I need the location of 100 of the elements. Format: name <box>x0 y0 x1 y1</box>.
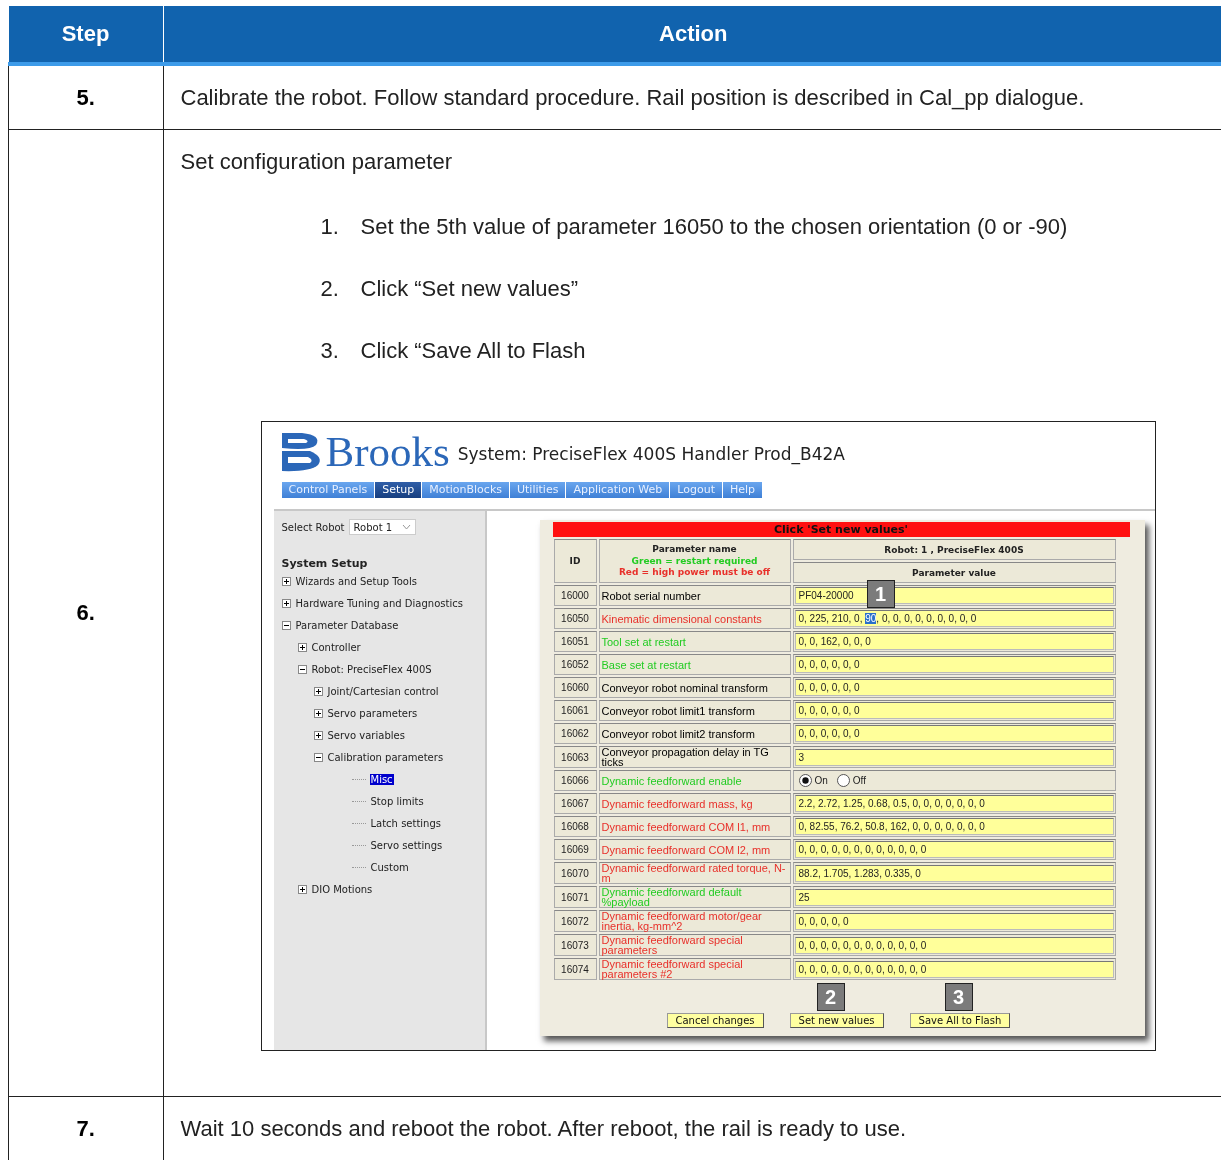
radio-button[interactable] <box>798 774 812 787</box>
tree-item[interactable]: Servo variables <box>326 729 406 741</box>
input-field[interactable]: 0, 0, 162, 0, 0, 0 <box>794 633 1114 650</box>
column-header: Robot: 1 , PreciseFlex 400S <box>792 539 1116 560</box>
page-title: System: PreciseFlex 400S Handler Prod_B42A <box>457 444 845 467</box>
tree-item[interactable]: Latch settings <box>369 817 442 829</box>
parameter-name: Dynamic feedforward rated torque, N-m <box>598 862 791 884</box>
instruction-text: Set configuration parameter <box>180 149 453 175</box>
input-field[interactable]: 0, 82.55, 76.2, 50.8, 162, 0, 0, 0, 0, 0, 0, 0 <box>794 818 1114 835</box>
step-number-badge: 3 <box>944 983 973 1011</box>
tree-item[interactable]: Stop limits <box>369 795 425 807</box>
table-cell: 16066 <box>553 770 597 791</box>
step-number-badge: 1 <box>866 580 895 608</box>
action-button[interactable]: Cancel changes <box>666 1013 764 1028</box>
table-cell: 16073 <box>553 934 597 956</box>
input-field[interactable]: 0, 0, 0, 0, 0, 0, 0, 0, 0, 0, 0, 0 <box>794 936 1114 954</box>
tree-item[interactable]: DIO Motions <box>310 883 374 895</box>
parameter-name: Dynamic feedforward COM l1, mm <box>598 816 791 837</box>
warning-banner: Click 'Set new values' <box>552 522 1130 537</box>
parameter-name: Conveyor robot limit1 transform <box>598 700 791 721</box>
input-field[interactable]: 0, 0, 0, 0, 0, 0 <box>794 725 1114 742</box>
column-header: Step <box>8 6 163 64</box>
logo-text: Brooks <box>325 430 450 474</box>
table-cell: 16063 <box>553 746 597 768</box>
parameter-name: Dynamic feedforward default %payload <box>598 886 791 908</box>
parameter-name: Conveyor propagation delay in TG ticks <box>598 746 791 768</box>
parameter-name: Kinematic dimensional constants <box>598 608 791 629</box>
tree-item[interactable]: Calibration parameters <box>326 751 445 763</box>
tree-item[interactable]: Controller <box>310 641 362 653</box>
select-label: Select Robot <box>281 521 345 533</box>
list-number: 1. <box>320 214 340 240</box>
input-field[interactable]: 25 <box>794 888 1114 906</box>
input-field[interactable]: 0, 225, 210, 0, 90, 0, 0, 0, 0, 0, 0, 0, 0, 0 <box>794 610 1114 627</box>
table-cell: 16070 <box>553 862 597 884</box>
input-field[interactable]: 0, 0, 0, 0, 0, 0, 0, 0, 0, 0, 0, 0 <box>794 960 1114 978</box>
parameter-name: Robot serial number <box>598 585 791 606</box>
radio-label: Off <box>852 775 866 786</box>
table-cell: 16060 <box>553 677 597 698</box>
parameter-name: Dynamic feedforward special parameters <box>598 934 791 956</box>
tree-item[interactable]: Servo settings <box>369 839 444 851</box>
step-number: 7. <box>8 1096 163 1160</box>
robot-select[interactable]: Robot 1 <box>348 519 417 535</box>
input-field[interactable]: 0, 0, 0, 0, 0, 0, 0, 0, 0, 0, 0, 0 <box>794 841 1114 858</box>
step-number: 5. <box>8 64 163 130</box>
legend-text: Red = high power must be off <box>617 567 772 578</box>
table-cell: 16061 <box>553 700 597 721</box>
parameter-name: Dynamic feedforward special parameters #2 <box>598 958 791 980</box>
input-field[interactable]: 0, 0, 0, 0, 0, 0 <box>794 679 1114 696</box>
tree-item[interactable]: Joint/Cartesian control <box>326 685 440 697</box>
input-field[interactable]: 88.2, 1.705, 1.283, 0.335, 0 <box>794 864 1114 882</box>
chevron-icon <box>402 524 412 530</box>
input-field[interactable]: 0, 0, 0, 0, 0 <box>794 912 1114 930</box>
table-cell: 16068 <box>553 816 597 837</box>
legend-text: Green = restart required <box>630 556 759 567</box>
column-header: Parameter name <box>651 544 738 554</box>
radio-button[interactable] <box>836 774 850 787</box>
parameter-name: Conveyor robot nominal transform <box>598 677 791 698</box>
tree-heading: System Setup <box>281 557 369 570</box>
instruction-text: Click “Set new values” <box>360 276 579 302</box>
table-cell: 16072 <box>553 910 597 932</box>
table-cell: 16000 <box>553 585 597 606</box>
tree-item[interactable]: Parameter Database <box>294 619 400 631</box>
input-field[interactable]: 0, 0, 0, 0, 0, 0 <box>794 656 1114 673</box>
instruction-text: Set the 5th value of parameter 16050 to the chosen orientation (0 or -90) <box>360 214 1068 240</box>
instruction-text: Calibrate the robot. Follow standard procedure. Rail position is described in Cal_pp dialogue. <box>180 84 1085 110</box>
parameter-name: Base set at restart <box>598 654 791 675</box>
instruction-text: Wait 10 seconds and reboot the robot. After reboot, the rail is ready to use. <box>180 1115 907 1141</box>
table-cell: 16071 <box>553 886 597 908</box>
action-button[interactable]: Set new values <box>789 1013 884 1028</box>
table-cell: 16051 <box>553 631 597 652</box>
table-cell: 16050 <box>553 608 597 629</box>
instruction-text: Click “Save All to Flash <box>360 338 586 364</box>
parameter-name: Dynamic feedforward enable <box>598 770 791 791</box>
tree-item[interactable]: Wizards and Setup Tools <box>294 575 418 587</box>
parameter-name: Conveyor robot limit2 transform <box>598 723 791 744</box>
column-header: ID <box>553 539 597 583</box>
table-cell: 16069 <box>553 839 597 860</box>
tree-item[interactable]: Hardware Tuning and Diagnostics <box>294 597 464 609</box>
column-header: Action <box>163 6 1221 64</box>
nav-tab[interactable]: Setup <box>375 482 422 498</box>
action-button[interactable]: Save All to Flash <box>909 1013 1011 1028</box>
table-cell: 16067 <box>553 793 597 814</box>
step-number: 6. <box>8 129 163 1097</box>
list-number: 3. <box>320 338 340 364</box>
input-field[interactable]: 2.2, 2.72, 1.25, 0.68, 0.5, 0, 0, 0, 0, 0, 0, 0 <box>794 795 1114 812</box>
tree-item[interactable]: Misc <box>369 773 394 785</box>
parameter-name: Dynamic feedforward COM l2, mm <box>598 839 791 860</box>
tree-item[interactable]: Servo parameters <box>326 707 419 719</box>
table-cell: 16052 <box>553 654 597 675</box>
step-number-badge: 2 <box>816 983 845 1011</box>
parameter-name: Dynamic feedforward mass, kg <box>598 793 791 814</box>
list-number: 2. <box>320 276 340 302</box>
parameter-name: Dynamic feedforward motor/gear inertia, kg-mm^2 <box>598 910 791 932</box>
tree-item[interactable]: Robot: PreciseFlex 400S <box>310 663 433 675</box>
table-cell: 16074 <box>553 958 597 980</box>
tree-item[interactable]: Custom <box>369 861 410 873</box>
column-header: Parameter value <box>792 562 1116 583</box>
input-field[interactable]: 0, 0, 0, 0, 0, 0 <box>794 702 1114 719</box>
input-field[interactable]: 3 <box>794 748 1114 766</box>
table-cell: 16062 <box>553 723 597 744</box>
